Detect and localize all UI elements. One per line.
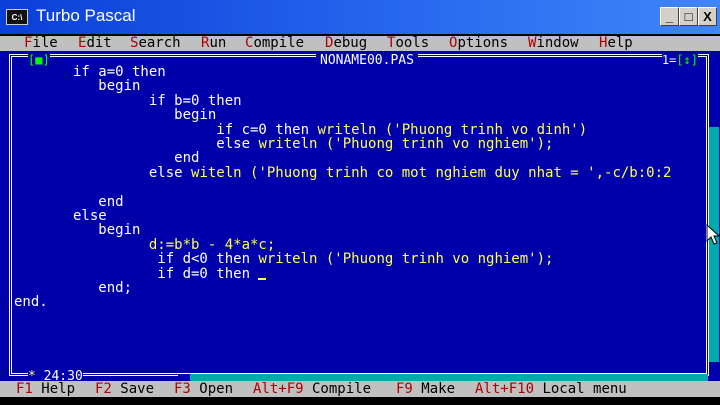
minimize-button[interactable]: _ (660, 7, 679, 26)
mouse-pointer-icon (706, 224, 720, 245)
horizontal-scrollbar[interactable] (178, 374, 708, 381)
vertical-scroll-thumb[interactable] (709, 117, 719, 127)
code-line-highlight: witeln ('Phuong trinh co mot nghiem duy … (191, 164, 672, 181)
code-line-highlight: writeln ('Phuong trinh vo nghiem'); (258, 136, 554, 152)
code-line[interactable]: end. (14, 295, 48, 310)
menu-search[interactable]: Search (130, 36, 181, 51)
code-line[interactable]: else witeln ('Phuong trinh co mot nghiem… (14, 164, 672, 181)
status-help[interactable]: F1 Help (16, 381, 75, 397)
status-compile[interactable]: Alt+F9 Compile (253, 381, 371, 397)
text-cursor (258, 277, 267, 280)
code-line-highlight: writeln ('Phuong trinh vo nghiem'); (258, 251, 554, 268)
cursor-position-indicator: * 24:30 (28, 370, 83, 381)
turbo-pascal-window: C:\ Turbo Pascal _ □ X File Edit Search … (0, 0, 720, 405)
code-text[interactable]: if a=0 then begin if b=0 then begin if c… (14, 65, 704, 365)
title-bar[interactable]: C:\ Turbo Pascal _ □ X (0, 0, 720, 34)
close-button[interactable]: X (698, 7, 717, 26)
menu-bar: File Edit Search Run Compile Debug Tools… (0, 36, 720, 51)
menu-help[interactable]: Help (599, 36, 633, 51)
code-line-text: end. (14, 294, 48, 311)
horizontal-scroll-thumb[interactable] (178, 374, 190, 381)
status-bar: F1 Help F2 Save F3 Open Alt+F9 Compile F… (0, 381, 720, 397)
code-line-text: else (14, 164, 192, 181)
status-local-menu[interactable]: Alt+F10 Local menu (475, 381, 627, 397)
menu-file[interactable]: File (24, 36, 58, 51)
maximize-button[interactable]: □ (679, 7, 698, 26)
status-make[interactable]: F9 Make (396, 381, 455, 397)
window-title: Turbo Pascal (36, 6, 136, 25)
status-open[interactable]: F3 Open (174, 381, 233, 397)
menu-tools[interactable]: Tools (387, 36, 429, 51)
console-app-icon[interactable]: C:\ (6, 9, 28, 25)
status-save[interactable]: F2 Save (95, 381, 154, 397)
bottom-strip (0, 397, 720, 405)
menu-compile[interactable]: Compile (245, 36, 304, 51)
menu-options[interactable]: Options (449, 36, 508, 51)
menu-edit[interactable]: Edit (78, 36, 112, 51)
menu-window[interactable]: Window (528, 36, 579, 51)
editor-area[interactable]: [■] NONAME00.PAS 1=[↕] * 24:30 if a=0 th… (0, 51, 720, 381)
menu-debug[interactable]: Debug (325, 36, 367, 51)
menu-run[interactable]: Run (201, 36, 226, 51)
